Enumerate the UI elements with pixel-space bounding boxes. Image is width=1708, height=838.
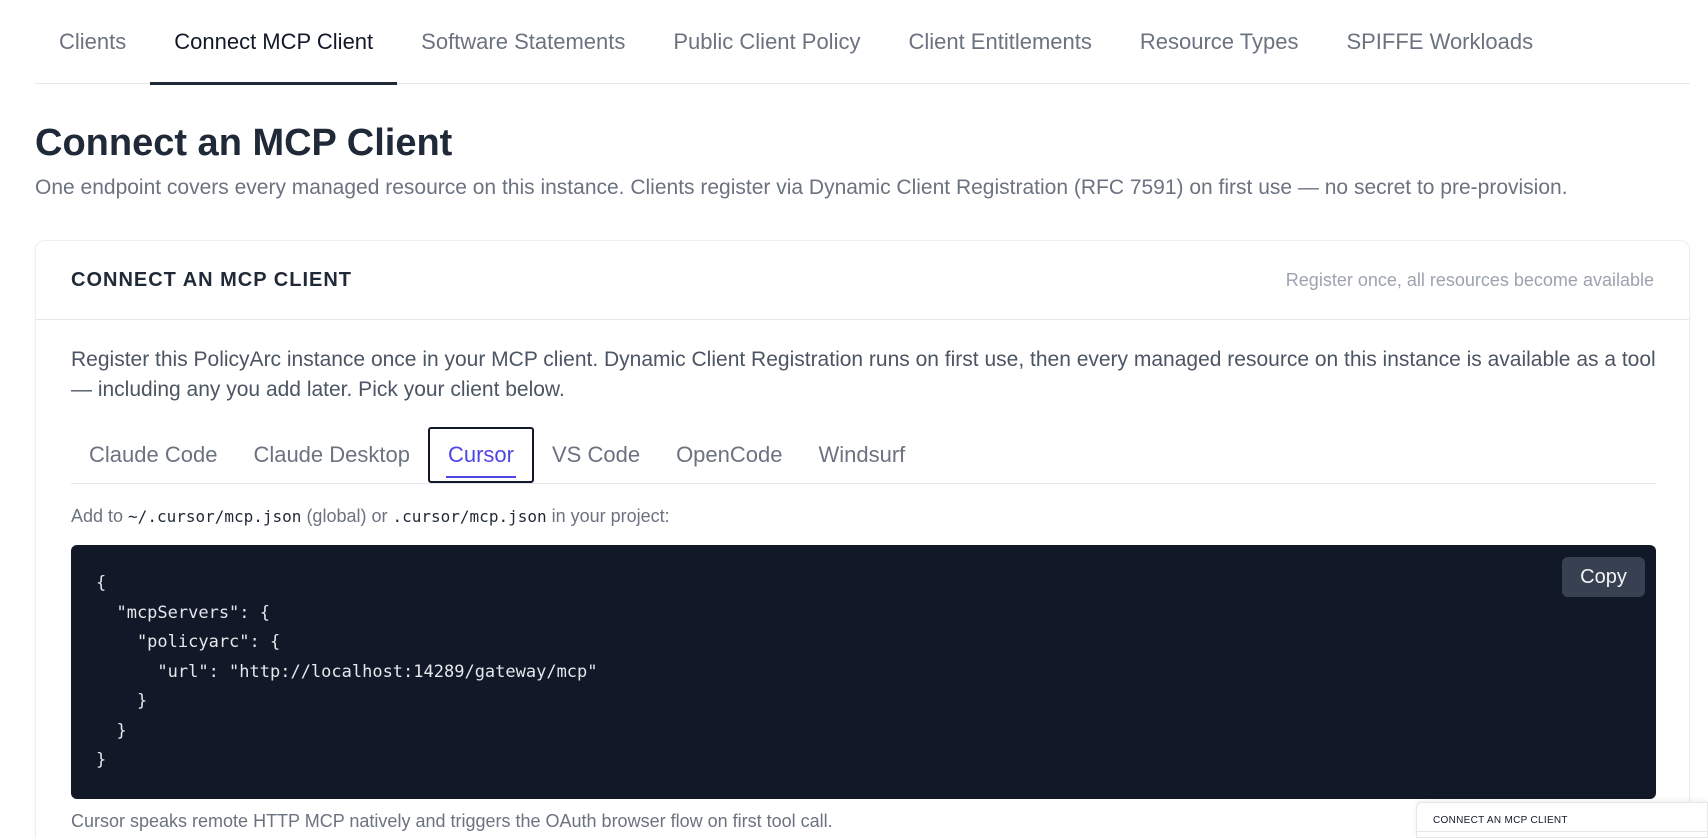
card-hint: Register once, all resources become avai… <box>1285 269 1654 290</box>
client-tab-windsurf[interactable]: Windsurf <box>800 427 923 483</box>
tab-client-entitlements[interactable]: Client Entitlements <box>884 0 1115 84</box>
card-intro: Register this PolicyArc instance once in… <box>71 348 1656 401</box>
code-line: } <box>96 720 127 741</box>
global-config-path: ~/.cursor/mcp.json <box>128 507 302 526</box>
client-tab-cursor[interactable]: Cursor <box>427 427 534 483</box>
client-tab-claude-desktop[interactable]: Claude Desktop <box>235 427 428 483</box>
instruction-middle: (global) or <box>301 506 393 526</box>
instruction-suffix: in your project: <box>546 506 670 526</box>
client-note: Cursor speaks remote HTTP MCP natively a… <box>71 811 833 831</box>
code-line: "mcpServers": { <box>96 602 270 623</box>
code-line: "policyarc": { <box>96 632 281 652</box>
tab-software-statements[interactable]: Software Statements <box>397 0 649 84</box>
tab-resource-types[interactable]: Resource Types <box>1116 0 1323 84</box>
tab-connect-mcp-client[interactable]: Connect MCP Client <box>150 0 398 85</box>
config-instruction: Add to ~/.cursor/mcp.json (global) or .c… <box>71 506 670 527</box>
copy-button[interactable]: Copy <box>1562 557 1645 597</box>
floating-label-text: CONNECT AN MCP CLIENT <box>1433 815 1568 826</box>
client-tab-claude-code[interactable]: Claude Code <box>71 427 235 483</box>
code-line: } <box>96 691 148 711</box>
tab-spiffe-workloads[interactable]: SPIFFE Workloads <box>1322 0 1557 84</box>
client-tab-bar: Claude Code Claude Desktop Cursor VS Cod… <box>71 427 1656 484</box>
page-subtitle: One endpoint covers every managed resour… <box>35 176 1568 199</box>
tab-public-client-policy[interactable]: Public Client Policy <box>649 0 884 84</box>
connect-mcp-card: CONNECT AN MCP CLIENT Register once, all… <box>35 240 1690 838</box>
tab-clients[interactable]: Clients <box>35 0 150 84</box>
card-title: CONNECT AN MCP CLIENT <box>71 268 352 291</box>
client-tab-vs-code[interactable]: VS Code <box>534 427 658 483</box>
client-tab-opencode[interactable]: OpenCode <box>658 427 800 483</box>
floating-section-label: CONNECT AN MCP CLIENT <box>1416 802 1708 838</box>
card-header: CONNECT AN MCP CLIENT Register once, all… <box>36 241 1689 320</box>
instruction-prefix: Add to <box>71 506 129 526</box>
project-config-path: .cursor/mcp.json <box>392 507 547 526</box>
top-tab-bar: Clients Connect MCP Client Software Stat… <box>35 0 1690 85</box>
code-line: } <box>96 750 107 770</box>
code-line: "url": "http://localhost:14289/gateway/m… <box>96 661 598 682</box>
code-line: { <box>96 573 107 593</box>
config-code-block[interactable]: { "mcpServers": { "policyarc": { "url": … <box>71 545 1656 799</box>
page-title: Connect an MCP Client <box>35 122 453 164</box>
